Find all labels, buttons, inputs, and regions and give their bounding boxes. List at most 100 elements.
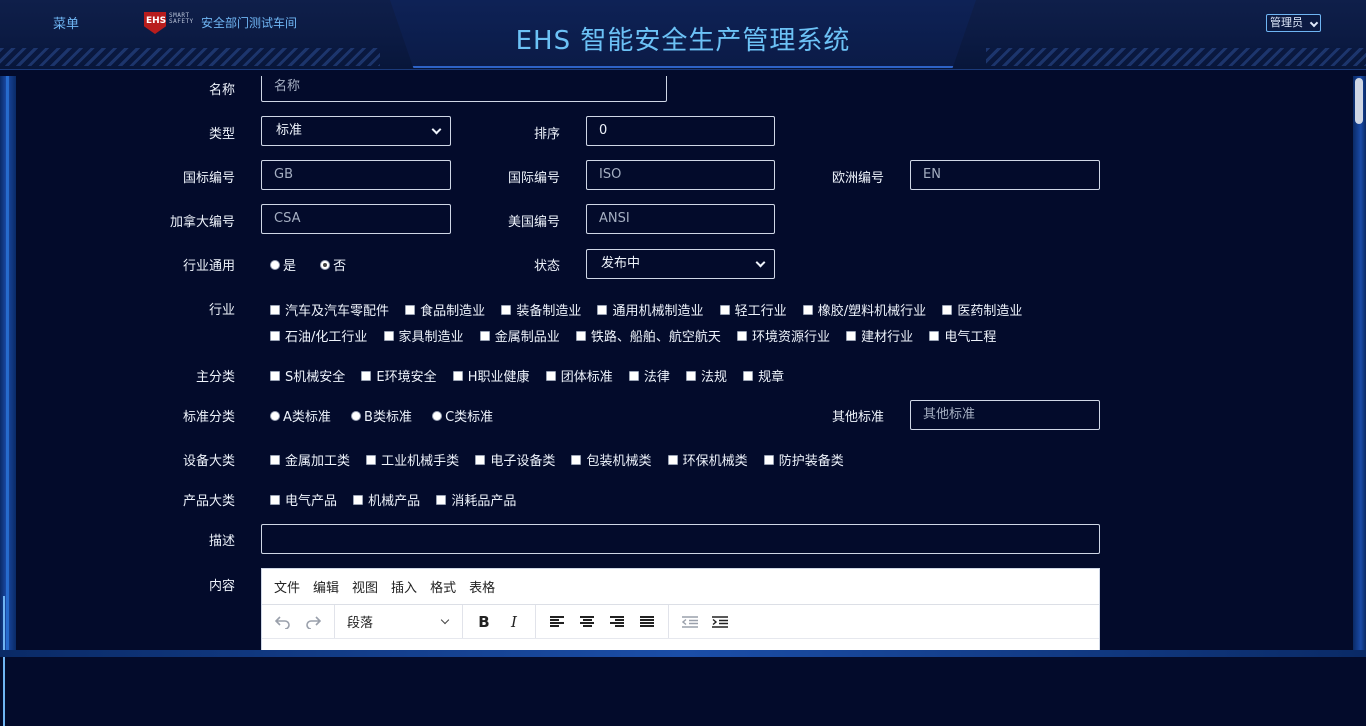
radio-no-control[interactable]: [320, 259, 331, 270]
product-checkbox[interactable]: 机械产品: [353, 490, 420, 509]
industry-checkbox[interactable]: 铁路、船舶、航空航天: [575, 326, 721, 345]
name-input[interactable]: 名称: [261, 76, 667, 102]
checkbox[interactable]: [361, 370, 372, 381]
main-category-checkbox[interactable]: 法规: [686, 366, 727, 385]
industry-checkbox[interactable]: 电气工程: [929, 326, 996, 345]
ansi-code-input[interactable]: ANSI: [586, 204, 775, 234]
radio-no[interactable]: 否: [320, 255, 346, 274]
type-select[interactable]: 标准: [261, 116, 451, 146]
gb-code-input[interactable]: GB: [261, 160, 451, 190]
checkbox[interactable]: [479, 330, 490, 341]
other-std-input[interactable]: 其他标准: [910, 400, 1100, 430]
main-category-checkbox[interactable]: 团体标准: [545, 366, 613, 385]
editor-menu-table[interactable]: 表格: [469, 577, 495, 596]
checkbox[interactable]: [571, 454, 582, 465]
description-input[interactable]: [261, 524, 1100, 554]
equipment-checkbox[interactable]: 金属加工类: [270, 450, 350, 469]
main-category-checkbox[interactable]: E环境安全: [361, 366, 437, 385]
industry-checkbox[interactable]: 金属制品业: [479, 326, 560, 345]
iso-code-input[interactable]: ISO: [586, 160, 775, 190]
industry-checkbox[interactable]: 食品制造业: [405, 300, 485, 319]
status-select[interactable]: 发布中: [586, 249, 775, 279]
radio-yes[interactable]: 是: [270, 255, 296, 274]
editor-menu-file[interactable]: 文件: [274, 577, 300, 596]
checkbox[interactable]: [270, 304, 280, 315]
menu-button[interactable]: 菜单: [53, 13, 79, 32]
checkbox[interactable]: [366, 454, 377, 465]
undo-icon[interactable]: [268, 609, 298, 635]
checkbox[interactable]: [436, 494, 447, 505]
checkbox[interactable]: [270, 494, 280, 505]
checkbox[interactable]: [405, 304, 416, 315]
checkbox[interactable]: [719, 304, 730, 315]
checkbox[interactable]: [501, 304, 512, 315]
checkbox[interactable]: [270, 330, 280, 341]
checkbox[interactable]: [802, 304, 813, 315]
main-category-checkbox[interactable]: 法律: [628, 366, 670, 385]
industry-checkbox[interactable]: 建材行业: [846, 326, 913, 345]
radio-yes-control[interactable]: [270, 259, 280, 270]
main-category-checkbox[interactable]: H职业健康: [452, 366, 530, 385]
checkbox[interactable]: [353, 494, 364, 505]
checkbox[interactable]: [270, 370, 280, 381]
checkbox[interactable]: [846, 330, 857, 341]
industry-checkbox[interactable]: 通用机械制造业: [597, 300, 703, 319]
equipment-checkbox[interactable]: 工业机械手类: [366, 450, 459, 469]
product-checkbox[interactable]: 消耗品产品: [436, 490, 516, 509]
std-category-radio[interactable]: B类标准: [351, 406, 412, 425]
industry-checkbox[interactable]: 橡胶/塑料机械行业: [802, 300, 926, 319]
block-format-select[interactable]: 段落: [341, 609, 456, 635]
std-category-radio[interactable]: C类标准: [432, 406, 493, 425]
checkbox[interactable]: [475, 454, 486, 465]
scrollbar-thumb[interactable]: [1355, 78, 1363, 124]
equipment-checkbox[interactable]: 环保机械类: [667, 450, 748, 469]
std-category-radio[interactable]: A类标准: [270, 406, 331, 425]
industry-checkbox[interactable]: 石油/化工行业: [270, 326, 367, 345]
csa-code-input[interactable]: CSA: [261, 204, 451, 234]
user-role-select[interactable]: 管理员: [1266, 14, 1321, 32]
checkbox[interactable]: [452, 370, 463, 381]
checkbox[interactable]: [575, 330, 586, 341]
en-code-input[interactable]: EN: [910, 160, 1100, 190]
product-checkbox[interactable]: 电气产品: [270, 490, 337, 509]
checkbox[interactable]: [686, 370, 696, 381]
checkbox[interactable]: [763, 454, 774, 465]
industry-checkbox[interactable]: 装备制造业: [501, 300, 581, 319]
industry-checkbox[interactable]: 汽车及汽车零配件: [270, 300, 389, 319]
main-category-checkbox[interactable]: S机械安全: [270, 366, 345, 385]
align-center-icon[interactable]: [572, 609, 602, 635]
indent-icon[interactable]: [705, 609, 735, 635]
checkbox[interactable]: [545, 370, 556, 381]
align-justify-icon[interactable]: [632, 609, 662, 635]
checkbox[interactable]: [597, 304, 608, 315]
equipment-checkbox[interactable]: 防护装备类: [763, 450, 844, 469]
checkbox[interactable]: [942, 304, 953, 315]
checkbox[interactable]: [737, 330, 747, 341]
main-category-checkbox[interactable]: 规章: [743, 366, 784, 385]
industry-checkbox[interactable]: 家具制造业: [383, 326, 464, 345]
industry-checkbox[interactable]: 环境资源行业: [737, 326, 830, 345]
editor-menu-format[interactable]: 格式: [430, 577, 456, 596]
checkbox[interactable]: [270, 454, 280, 465]
industry-checkbox[interactable]: 轻工行业: [719, 300, 787, 319]
industry-checkbox[interactable]: 医药制造业: [942, 300, 1022, 319]
radio[interactable]: [432, 410, 443, 421]
editor-menu-edit[interactable]: 编辑: [313, 577, 339, 596]
align-right-icon[interactable]: [602, 609, 632, 635]
italic-icon[interactable]: I: [499, 609, 529, 635]
equipment-checkbox[interactable]: 包装机械类: [571, 450, 651, 469]
redo-icon[interactable]: [298, 609, 328, 635]
radio[interactable]: [270, 410, 280, 421]
outdent-icon[interactable]: [675, 609, 705, 635]
checkbox[interactable]: [628, 370, 639, 381]
editor-menu-insert[interactable]: 插入: [391, 577, 417, 596]
editor-menu-view[interactable]: 视图: [352, 577, 378, 596]
align-left-icon[interactable]: [542, 609, 572, 635]
radio[interactable]: [351, 410, 362, 421]
checkbox[interactable]: [667, 454, 678, 465]
bold-icon[interactable]: B: [469, 609, 499, 635]
checkbox[interactable]: [743, 370, 754, 381]
order-input[interactable]: 0: [586, 116, 775, 146]
checkbox[interactable]: [383, 330, 394, 341]
checkbox[interactable]: [929, 330, 940, 341]
